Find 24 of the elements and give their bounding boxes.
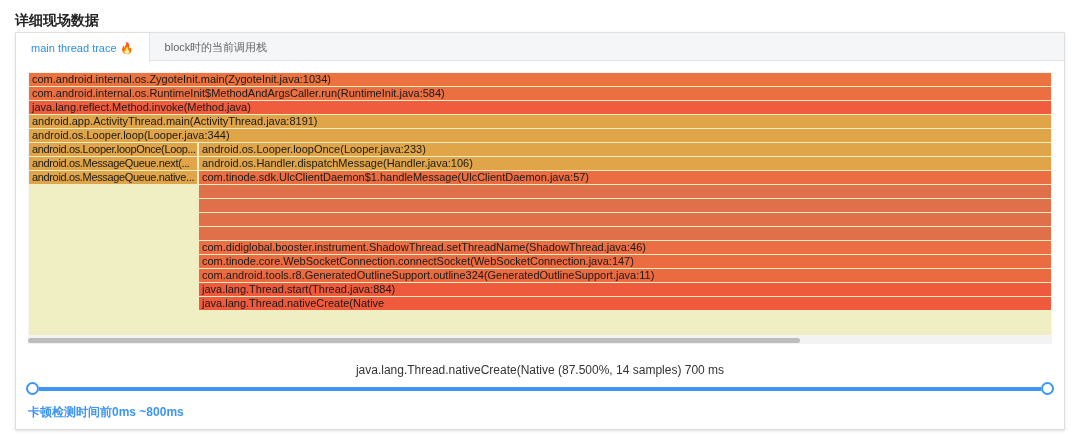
flame-frame[interactable]: android.os.Handler.dispatchMessage(Handler.java:106) — [199, 157, 1051, 170]
flame-frame[interactable]: java.lang.reflect.Method.invoke(Method.java) — [29, 101, 1051, 114]
section-title: 详细现场数据 — [15, 11, 100, 30]
flame-frame[interactable]: android.os.Looper.loopOnce(Looper.java:233) — [199, 143, 1051, 156]
flame-frame[interactable]: com.android.tools.r8.GeneratedOutlineSupport.outline324(GeneratedOutlineSupport.java:11) — [199, 269, 1051, 282]
tab[interactable]: main thread trace 🔥 — [16, 33, 150, 62]
flame-frame[interactable]: com.didiglobal.booster.instrument.ShadowThread.setThreadName(ShadowThread.java:46) — [199, 241, 1051, 254]
flame-frame[interactable]: com.android.internal.os.RuntimeInit$MethodAndArgsCaller.run(RuntimeInit.java:584) — [29, 87, 1051, 100]
flame-frame[interactable]: com.tinode.core.WebSocketConnection.connectSocket(WebSocketConnection.java:147) — [199, 255, 1051, 268]
flame-frame[interactable]: android.os.Looper.loopOnce(Loop... — [29, 143, 197, 156]
hover-info: java.lang.Thread.nativeCreate(Native (87.500%, 14 samples) 700 ms — [354, 362, 726, 378]
flame-frame[interactable]: android.os.MessageQueue.next(... — [29, 157, 197, 170]
scrollbar-thumb[interactable] — [28, 337, 800, 343]
flame-frame[interactable]: com.tinode.sdk.UlcClientDaemon$1.handleMessage(UlcClientDaemon.java:57) — [199, 171, 1051, 184]
flame-frame[interactable]: android.os.Looper.loop(Looper.java:344) — [29, 129, 1051, 142]
flame-frame[interactable]: android.app.ActivityThread.main(ActivityThread.java:8191) — [29, 115, 1051, 128]
flame-frame[interactable]: com.android.internal.os.ZygoteInit.main(ZygoteInit.java:1034) — [29, 73, 1051, 86]
slider-handle[interactable] — [26, 382, 39, 395]
tab[interactable]: block时的当前调用栈 — [149, 33, 283, 60]
flame-frame[interactable]: java.lang.Thread.nativeCreate(Native — [199, 297, 1051, 310]
flame-frame[interactable]: android.os.MessageQueue.native... — [29, 171, 197, 184]
range-label: 卡顿检测时间前0ms ~800ms — [28, 404, 185, 421]
slider-handle[interactable] — [1041, 382, 1054, 395]
flame-frame[interactable]: java.lang.Thread.start(Thread.java:884) — [199, 283, 1051, 296]
